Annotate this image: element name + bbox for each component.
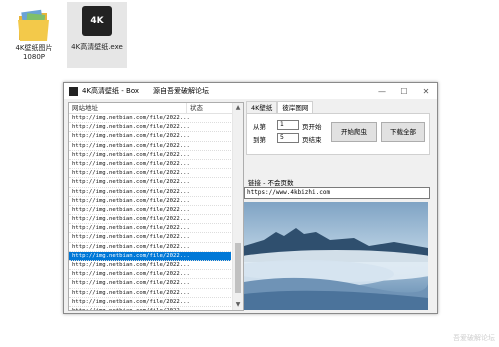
desktop-icon-label: 4K高清壁纸.exe — [71, 43, 123, 51]
list-item[interactable]: http://img.netbian.com/file/2022... — [69, 169, 231, 179]
list-item[interactable]: http://img.netbian.com/file/2022... — [69, 114, 231, 124]
desktop-icon-folder[interactable]: 4K壁纸图片 1080P — [4, 6, 64, 62]
list-item[interactable]: http://img.netbian.com/file/2022... — [69, 251, 231, 261]
to-label: 到第 — [253, 136, 266, 144]
list-item[interactable]: http://img.netbian.com/file/2022... — [69, 151, 231, 160]
scroll-down-icon[interactable]: ▼ — [233, 300, 243, 310]
tab-panel: 从第 1 页开始 到第 5 页结束 开始爬虫 下载全部 — [246, 113, 430, 155]
list-item[interactable]: http://img.netbian.com/file/2022... — [69, 160, 231, 170]
list-header: 网站地址 状态 — [69, 103, 243, 114]
list-item[interactable]: http://img.netbian.com/file/2022... — [69, 279, 231, 289]
list-item[interactable]: http://img.netbian.com/file/2022... — [69, 142, 231, 151]
column-header-status[interactable]: 状态 — [187, 103, 203, 113]
app-icon — [69, 86, 78, 96]
mountain-landscape-image — [244, 202, 428, 310]
watermark: 吾爱破解论坛 — [453, 334, 495, 342]
maximize-icon[interactable]: ☐ — [393, 87, 415, 96]
list-item[interactable]: http://img.netbian.com/file/2022... — [69, 243, 231, 252]
link-label: 链接 - 不会页数 — [248, 179, 294, 187]
from-suffix: 页开始 — [302, 123, 322, 131]
list-item[interactable]: http://img.netbian.com/file/2022... — [69, 261, 231, 271]
from-page-input[interactable]: 1 — [277, 120, 299, 130]
list-item[interactable]: http://img.netbian.com/file/2022... — [69, 233, 231, 243]
title-bar[interactable]: 4K高清壁纸 - Box 源自吾爱破解论坛 — ☐ ✕ — [64, 83, 437, 99]
minimize-icon[interactable]: — — [371, 87, 393, 96]
tab-netbian[interactable]: 彼岸图网 — [277, 101, 314, 113]
vertical-scrollbar[interactable]: ▲ ▼ — [232, 103, 243, 310]
close-icon[interactable]: ✕ — [415, 87, 437, 96]
url-list[interactable]: 网站地址 状态 http://img.netbian.com/file/2022… — [68, 102, 244, 311]
scroll-up-icon[interactable]: ▲ — [233, 103, 243, 113]
scroll-thumb[interactable] — [235, 243, 241, 293]
window-title: 4K高清壁纸 - Box — [82, 87, 140, 95]
list-item[interactable]: http://img.netbian.com/file/2022... — [69, 132, 231, 142]
list-rows: http://img.netbian.com/file/2022... http:… — [69, 114, 231, 310]
list-item[interactable]: http://img.netbian.com/file/2022... — [69, 270, 231, 280]
wallpaper-preview — [244, 202, 428, 310]
from-label: 从第 — [253, 123, 266, 131]
list-item[interactable]: http://img.netbian.com/file/2022... — [69, 206, 231, 216]
tab-4k-wallpaper[interactable]: 4K壁纸 — [246, 101, 278, 113]
list-item[interactable]: http://img.netbian.com/file/2022... — [69, 298, 231, 307]
desktop-icon-exe[interactable]: 4K 4K高清壁纸.exe — [67, 2, 127, 68]
app-4k-icon: 4K — [82, 6, 112, 36]
list-item[interactable]: http://img.netbian.com/file/2022... — [69, 289, 231, 298]
url-input[interactable]: https://www.4kbizhi.com — [244, 187, 430, 199]
window-subtitle: 源自吾爱破解论坛 — [153, 87, 210, 95]
desktop-icon-label: 4K壁纸图片 — [15, 44, 53, 52]
list-item[interactable]: http://img.netbian.com/file/2022... — [69, 224, 231, 234]
to-page-input[interactable]: 5 — [277, 133, 299, 143]
folder-icon — [17, 6, 51, 44]
download-all-button[interactable]: 下载全部 — [381, 122, 425, 142]
column-header-url[interactable]: 网站地址 — [69, 103, 187, 113]
list-item[interactable]: http://img.netbian.com/file/2022... — [69, 188, 231, 197]
list-item[interactable]: http://img.netbian.com/file/2022... — [69, 123, 231, 133]
list-item[interactable]: http://img.netbian.com/file/2022... — [69, 307, 231, 310]
desktop-icon-sublabel: 1080P — [22, 53, 46, 61]
tab-strip: 4K壁纸 彼岸图网 — [246, 101, 314, 113]
start-crawl-button[interactable]: 开始爬虫 — [331, 122, 377, 142]
app-window: 4K高清壁纸 - Box 源自吾爱破解论坛 — ☐ ✕ 网站地址 状态 http… — [63, 82, 438, 314]
list-item[interactable]: http://img.netbian.com/file/2022... — [69, 215, 231, 225]
to-suffix: 页结束 — [302, 136, 322, 144]
list-item[interactable]: http://img.netbian.com/file/2022... — [69, 178, 231, 188]
list-item[interactable]: http://img.netbian.com/file/2022... — [69, 197, 231, 206]
